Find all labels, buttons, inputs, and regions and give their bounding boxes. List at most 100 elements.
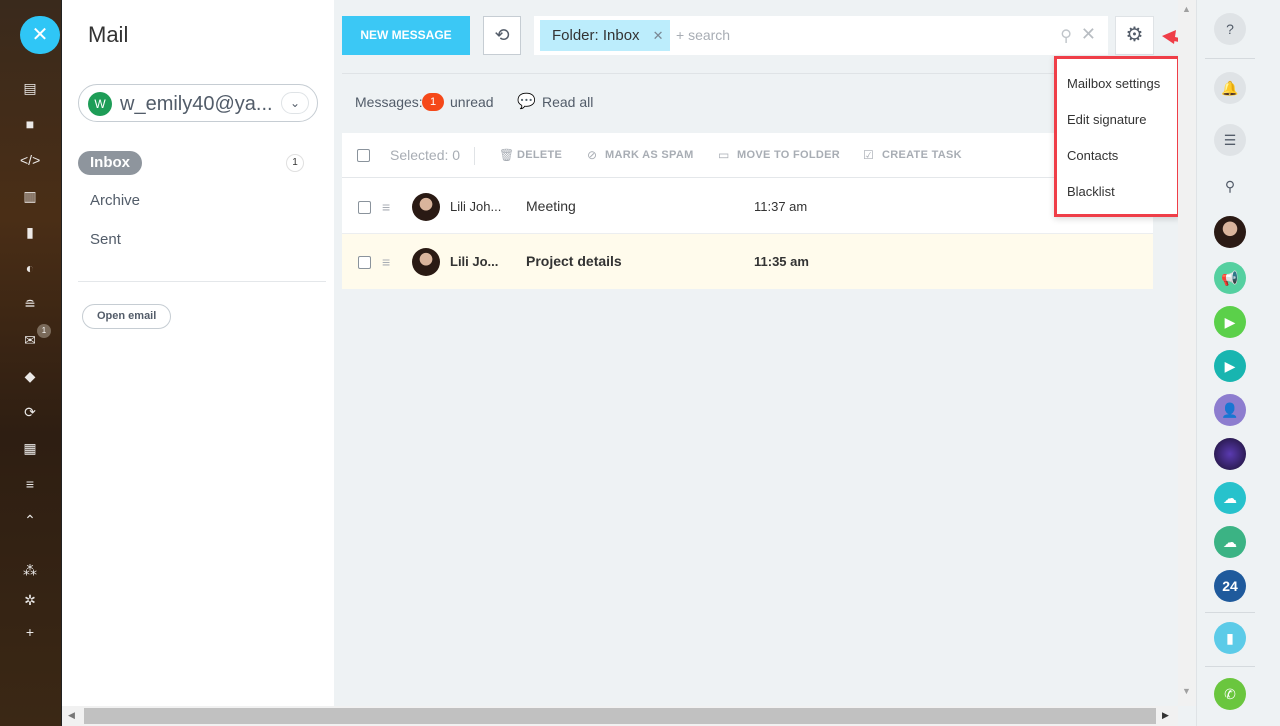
close-menu-button[interactable]: ✕ (20, 16, 60, 54)
search-icon[interactable]: ⚲ (1214, 170, 1246, 202)
select-all-checkbox[interactable] (357, 149, 370, 162)
delete-action[interactable]: DELETE (517, 149, 562, 161)
sender-name: Lili Joh... (450, 199, 502, 214)
mail-badge: 1 (37, 324, 51, 338)
video-camera-icon[interactable]: ■ (20, 114, 40, 134)
person-icon[interactable]: 👤 (1214, 394, 1246, 426)
collapse-up-icon[interactable]: ⌃ (20, 510, 40, 530)
search-box[interactable]: Folder: Inbox ✕ + search ⚲ ✕ (534, 16, 1108, 55)
cloud-icon[interactable]: ☁ (1214, 482, 1246, 514)
chat-icon[interactable]: ☰ (1214, 124, 1246, 156)
message-subject[interactable]: Project details (526, 253, 622, 269)
scroll-up-icon[interactable]: ▲ (1182, 4, 1191, 14)
folder-inbox[interactable]: Inbox (78, 151, 142, 175)
video-meeting-icon[interactable]: ▶ (1214, 350, 1246, 382)
sliders-icon[interactable]: ≡ (20, 474, 40, 494)
sync-icon[interactable]: ⟳ (20, 402, 40, 422)
calendar-icon[interactable]: 24 (1214, 570, 1246, 602)
search-icon[interactable]: ⚲ (1060, 26, 1072, 46)
account-avatar: W (88, 92, 112, 116)
help-icon[interactable]: ? (1214, 13, 1246, 45)
folder-sent[interactable]: Sent (78, 228, 133, 252)
box-icon[interactable]: ◆ (20, 366, 40, 386)
divider (1205, 612, 1255, 613)
gear-small-icon[interactable]: ✲ (20, 590, 40, 610)
folder-move-icon: ▭ (718, 148, 730, 162)
filter-chip[interactable]: Folder: Inbox ✕ (540, 20, 670, 51)
sender-name: Lili Jo... (450, 254, 499, 269)
code-icon[interactable]: </> (20, 150, 40, 170)
chart-icon[interactable]: ▮ (20, 222, 40, 242)
message-time: 11:37 am (754, 199, 808, 214)
remove-filter-icon[interactable]: ✕ (653, 20, 664, 51)
phone-call-icon[interactable]: ✆ (1214, 678, 1246, 710)
task-check-icon: ☑ (863, 148, 874, 162)
scroll-down-icon[interactable]: ▼ (1182, 686, 1191, 696)
megaphone-icon[interactable]: 📢 (1214, 262, 1246, 294)
scrollbar-thumb[interactable] (84, 708, 1156, 724)
divider (342, 73, 1153, 74)
new-message-button[interactable]: NEW MESSAGE (342, 16, 470, 55)
main-area: Mail W w_emily40@ya... ⌄ Inbox 1 Archive… (62, 0, 1178, 706)
clear-search-icon[interactable]: ✕ (1081, 24, 1096, 45)
inbox-count-badge: 1 (286, 154, 304, 172)
refresh-icon: ⟲ (494, 25, 510, 45)
menu-item-blacklist[interactable]: Blacklist (1067, 184, 1115, 199)
horizontal-scrollbar[interactable]: ◀ ▶ (62, 706, 1178, 726)
move-folder-action[interactable]: MOVE TO FOLDER (737, 149, 840, 161)
menu-item-mailbox-settings[interactable]: Mailbox settings (1067, 76, 1160, 91)
table-row[interactable]: ≡ Lili Joh... Meeting 11:37 am (342, 179, 1153, 234)
row-checkbox[interactable] (358, 201, 371, 214)
settings-dropdown: Mailbox settings Edit signature Contacts… (1054, 56, 1180, 217)
inbox-tray-icon[interactable]: ▤ (20, 78, 40, 98)
divider (78, 281, 326, 282)
mark-spam-action[interactable]: MARK AS SPAM (605, 149, 694, 161)
stack-icon[interactable]: ≘ (20, 294, 40, 314)
menu-item-edit-signature[interactable]: Edit signature (1067, 112, 1147, 127)
row-checkbox[interactable] (358, 256, 371, 269)
cloud-sync-icon[interactable]: ☁ (1214, 526, 1246, 558)
drag-handle-icon[interactable]: ≡ (382, 254, 390, 270)
right-sidebar: ? 🔔 ☰ ⚲ 📢 ▶ ▶ 👤 ☁ ☁ 24 ▮ ✆ (1196, 0, 1280, 726)
table-row[interactable]: ≡ Lili Jo... Project details 11:35 am (342, 234, 1153, 289)
message-time: 11:35 am (754, 254, 809, 269)
block-icon: ⊘ (587, 148, 598, 162)
group-avatar[interactable] (1214, 438, 1246, 470)
chevron-down-icon[interactable]: ⌄ (281, 92, 309, 114)
sitemap-icon[interactable]: ⁂ (20, 560, 40, 580)
moon-icon[interactable]: ◐ (20, 258, 40, 278)
selected-count: Selected: 0 (390, 147, 461, 163)
divider (1205, 666, 1255, 667)
message-grid: Selected: 0 🗑 DELETE ⊘ MARK AS SPAM ▭ MO… (342, 133, 1153, 289)
book-icon[interactable]: ▥ (20, 186, 40, 206)
unread-filter-link[interactable]: unread (450, 94, 494, 110)
open-email-button[interactable]: Open email (82, 304, 172, 329)
phone-device-icon[interactable]: ▮ (1214, 622, 1246, 654)
search-input[interactable]: + search (676, 27, 730, 43)
scroll-right-icon[interactable]: ▶ (1162, 710, 1169, 721)
menu-item-contacts[interactable]: Contacts (1067, 148, 1118, 163)
create-task-action[interactable]: CREATE TASK (882, 149, 962, 161)
messages-label: Messages: (355, 94, 423, 110)
message-subject[interactable]: Meeting (526, 198, 576, 214)
refresh-button[interactable]: ⟲ (483, 16, 521, 55)
folder-archive[interactable]: Archive (78, 189, 152, 213)
read-all-link[interactable]: Read all (542, 94, 593, 110)
drag-handle-icon[interactable]: ≡ (382, 199, 390, 215)
gear-icon: ⚙ (1125, 24, 1144, 46)
account-selector[interactable]: W w_emily40@ya... ⌄ (78, 84, 318, 122)
plus-icon[interactable]: + (20, 622, 40, 642)
video-call-icon[interactable]: ▶ (1214, 306, 1246, 338)
grid-header: Selected: 0 🗑 DELETE ⊘ MARK AS SPAM ▭ MO… (342, 133, 1153, 178)
chat-bubbles-icon: 💬 (517, 93, 536, 110)
sender-avatar (412, 193, 440, 221)
folder-panel: Mail W w_emily40@ya... ⌄ Inbox 1 Archive… (62, 0, 334, 706)
account-email: w_emily40@ya... (120, 93, 273, 115)
gallery-icon[interactable]: ▦ (20, 438, 40, 458)
scroll-left-icon[interactable]: ◀ (68, 710, 75, 721)
bell-icon[interactable]: 🔔 (1214, 72, 1246, 104)
trash-icon: 🗑 (499, 148, 515, 162)
settings-gear-button[interactable]: ⚙ (1115, 16, 1154, 55)
user-avatar[interactable] (1214, 216, 1246, 248)
vertical-scrollbar[interactable]: ▲ ▼ (1178, 0, 1196, 706)
